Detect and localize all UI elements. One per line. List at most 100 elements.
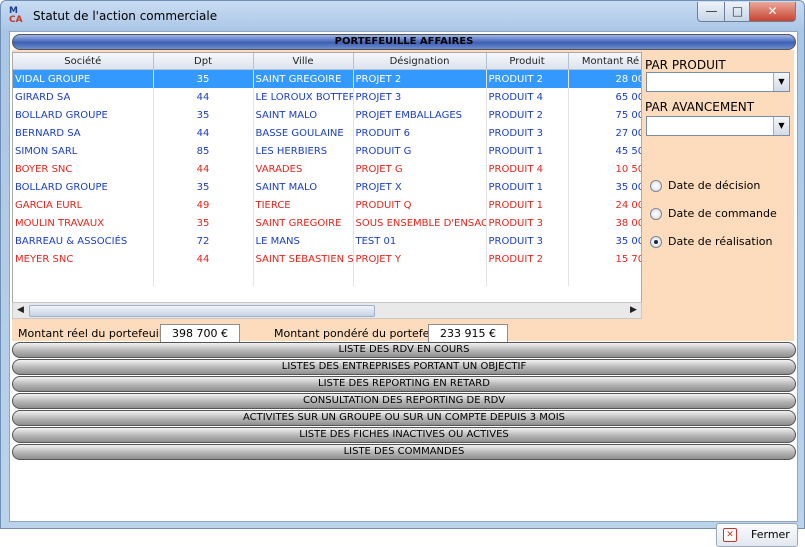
cell-ville: SAINT GREGOIRE	[253, 214, 354, 232]
table-row[interactable]: BOLLARD GROUPE 35 SAINT MALO PROJET X PRODUI…	[13, 178, 641, 196]
table-row[interactable]: SIMON SARL 85 LES HERBIERS PRODUIT G PRODUIT…	[13, 142, 641, 160]
close-window-button[interactable]: ✕	[749, 2, 796, 22]
radio-date-0[interactable]	[650, 180, 662, 192]
fermer-button[interactable]: ✕ Fermer	[716, 523, 798, 547]
cell-designation: PROJET Y	[353, 250, 487, 268]
cell-ville: TIERCE	[253, 196, 354, 214]
radio-date-2[interactable]	[650, 236, 662, 248]
filter-avancement-label: PAR AVANCEMENT	[645, 100, 755, 114]
cell-societe: GIRARD SA	[13, 88, 154, 106]
section-header-5[interactable]: LISTE DES FICHES INACTIVES OU ACTIVES	[12, 427, 796, 443]
cell-societe: BOLLARD GROUPE	[13, 106, 154, 124]
table-row[interactable]: MEYER SNC44SAINT SEBASTIEN SURPROJET YPR…	[13, 250, 641, 268]
column-header[interactable]: Société	[13, 53, 154, 70]
table-row[interactable]: GIRARD SA 44 LE LOROUX BOTTERE PROJET 3 PROD…	[13, 88, 641, 106]
cell-societe: VIDAL GROUPE	[13, 69, 154, 88]
cell-produit: PRODUIT 1	[486, 178, 569, 196]
filter-produit-select[interactable]: ▼	[646, 72, 790, 92]
radio-label[interactable]: Date de décision	[668, 179, 760, 192]
cell-montant: 35 000	[568, 232, 641, 250]
cell-dpt: 35	[153, 214, 254, 232]
cell-societe: MOULIN TRAVAUX	[13, 214, 154, 232]
section-header-4[interactable]: ACTIVITES SUR UN GROUPE OU SUR UN COMPTE…	[12, 410, 796, 426]
cell-designation: PROJET G	[353, 160, 487, 178]
cell-societe: GARCIA EURL	[13, 196, 154, 214]
column-header[interactable]: Dpt	[153, 53, 254, 70]
radio-date-1[interactable]	[650, 208, 662, 220]
cell-dpt: 72	[153, 232, 254, 250]
maximize-button[interactable]: □	[724, 2, 751, 22]
cell-dpt: 35	[153, 69, 254, 88]
section-header-6[interactable]: LISTE DES COMMANDES	[12, 444, 796, 460]
column-header[interactable]: Produit	[486, 53, 569, 70]
table-row[interactable]: MOULIN TRAVAUX 35 SAINT GREGOIRE SOUS ENSEM…	[13, 214, 641, 232]
cell-dpt: 44	[153, 160, 254, 178]
column-header[interactable]: Ville	[253, 53, 354, 70]
section-header-1[interactable]: LISTES DES ENTREPRISES PORTANT UN OBJECT…	[12, 359, 796, 375]
app-logo-icon: M CA	[9, 7, 27, 25]
portefeuille-table[interactable]: Société Dpt Ville Désignation Produit Montant…	[12, 52, 642, 304]
cell-ville: BASSE GOULAINE	[253, 124, 354, 142]
empty-cell	[568, 268, 641, 286]
chevron-down-icon[interactable]: ▼	[773, 73, 789, 91]
scroll-thumb[interactable]	[29, 305, 375, 317]
app-logo-bottom: CA	[9, 15, 23, 25]
cell-dpt: 44	[153, 88, 254, 106]
cell-montant: 15 700	[568, 250, 641, 268]
section-header-3[interactable]: CONSULTATION DES REPORTING DE RDV	[12, 393, 796, 409]
cell-montant: 28 000	[568, 69, 641, 88]
table-row[interactable]: BARREAU & ASSOCIÉS 72 LE MANS TEST 01 PRODUI…	[13, 232, 641, 250]
empty-cell	[486, 268, 569, 286]
radio-label[interactable]: Date de réalisation	[668, 235, 772, 248]
cell-ville: SAINT MALO	[253, 178, 354, 196]
cell-ville: VARADES	[253, 160, 354, 178]
cell-societe: BOYER SNC	[13, 160, 154, 178]
empty-cell	[253, 268, 354, 286]
close-icon: ✕	[723, 528, 737, 542]
minimize-button[interactable]: —	[697, 2, 726, 22]
horizontal-scrollbar[interactable]: ◀ ▶	[12, 302, 642, 319]
cell-produit: PRODUIT 4	[486, 88, 569, 106]
cell-montant: 38 000	[568, 214, 641, 232]
cell-designation: PRODUIT 6	[353, 124, 487, 142]
cell-designation: PROJET 3	[353, 88, 487, 106]
section-header-0[interactable]: LISTE DES RDV EN COURS	[12, 342, 796, 358]
main-window: M CA Statut de l'action commerciale — □ ✕…	[0, 0, 805, 547]
empty-cell	[353, 268, 487, 286]
filter-avancement-select[interactable]: ▼	[646, 116, 790, 136]
cell-produit: PRODUIT 3	[486, 214, 569, 232]
section-portefeuille-header[interactable]: PORTEFEUILLE AFFAIRES	[12, 34, 796, 50]
window-title: Statut de l'action commerciale	[33, 9, 218, 23]
table-row[interactable]: BERNARD SA 44 BASSE GOULAINE PRODUIT 6 PRODU…	[13, 124, 641, 142]
cell-designation: TEST 01	[353, 232, 487, 250]
chevron-down-icon[interactable]: ▼	[773, 117, 789, 135]
cell-produit: PRODUIT 2	[486, 250, 569, 268]
table-row[interactable]: VIDAL GROUPE 35 SAINT GREGOIRE PROJET 2 PROD…	[13, 69, 641, 88]
column-header[interactable]: Montant Ré	[568, 53, 641, 70]
cell-societe: MEYER SNC	[13, 250, 154, 268]
cell-dpt: 44	[153, 124, 254, 142]
cell-ville: SAINT SEBASTIEN SUR	[253, 250, 354, 268]
total-pondere-label: Montant pondéré du portefeuille	[274, 327, 453, 340]
cell-montant: 35 000	[568, 178, 641, 196]
scroll-left-icon[interactable]: ◀	[13, 303, 28, 318]
cell-dpt: 85	[153, 142, 254, 160]
table-row[interactable]: BOLLARD GROUPE 35 SAINT MALO PROJET EMBALLA…	[13, 106, 641, 124]
scroll-right-icon[interactable]: ▶	[626, 303, 641, 318]
column-header[interactable]: Désignation	[353, 53, 487, 70]
cell-produit: PRODUIT 2	[486, 106, 569, 124]
table-row[interactable]: GARCIA EURL 49 TIERCE PRODUIT Q PRODUIT 1 24 …	[13, 196, 641, 214]
cell-ville: LE LOROUX BOTTERE	[253, 88, 354, 106]
cell-ville: LE MANS	[253, 232, 354, 250]
filter-produit-label: PAR PRODUIT	[645, 58, 726, 72]
cell-designation: PRODUIT G	[353, 142, 487, 160]
title-bar[interactable]: M CA Statut de l'action commerciale — □ ✕	[1, 1, 804, 31]
cell-designation: PROJET X	[353, 178, 487, 196]
table-header-row: Société Dpt Ville Désignation Produit Montant…	[13, 53, 641, 70]
cell-dpt: 35	[153, 106, 254, 124]
cell-montant: 24 000	[568, 196, 641, 214]
table-row[interactable]: BOYER SNC44VARADESPROJET GPRODUIT 410 50…	[13, 160, 641, 178]
cell-montant: 65 000	[568, 88, 641, 106]
section-header-2[interactable]: LISTE DES REPORTING EN RETARD	[12, 376, 796, 392]
radio-label[interactable]: Date de commande	[668, 207, 777, 220]
